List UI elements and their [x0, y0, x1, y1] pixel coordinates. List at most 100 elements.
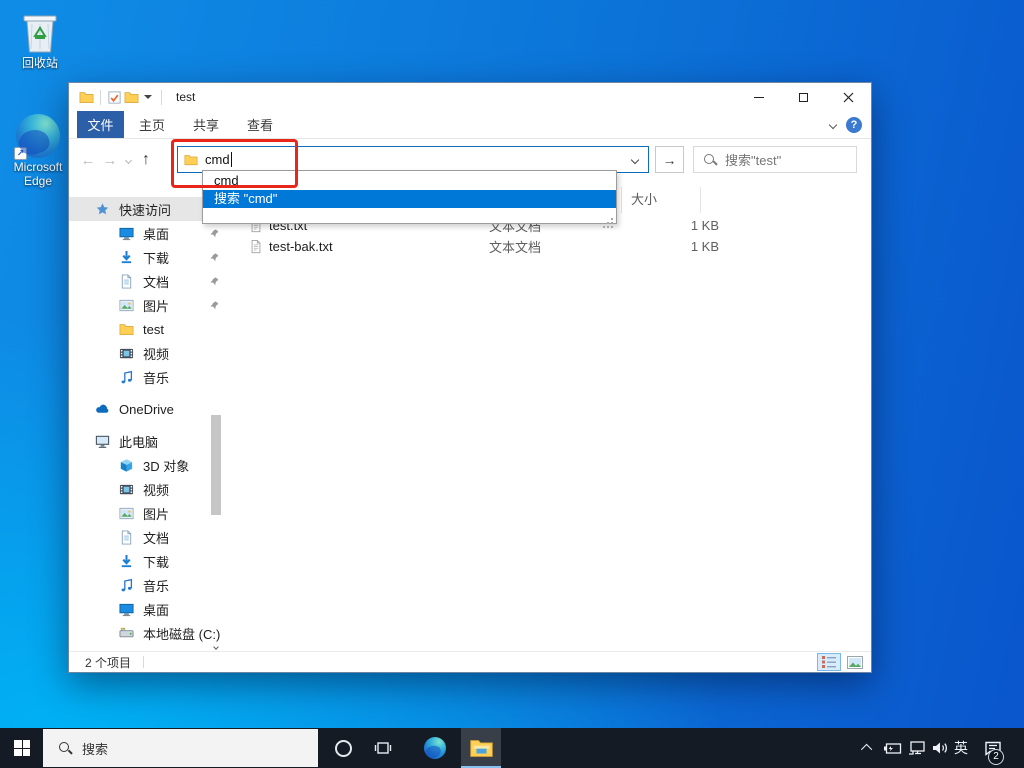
sidebar-item-desktop-pinned[interactable]: 桌面 — [69, 221, 231, 245]
music-icon — [119, 369, 135, 385]
sidebar-item-label: 桌面 — [143, 602, 170, 618]
sidebar-item-music-quick[interactable]: 音乐 — [69, 365, 231, 389]
desktop-icon-recycle-bin[interactable]: 回收站 — [8, 8, 72, 71]
back-button[interactable]: ← — [77, 152, 99, 169]
details-view-button[interactable] — [817, 653, 841, 671]
network-icon — [908, 741, 925, 755]
cube-icon — [119, 457, 135, 473]
help-icon[interactable]: ? — [846, 117, 862, 133]
sidebar-item-desktop[interactable]: 桌面 — [69, 597, 231, 621]
star-icon — [95, 201, 111, 217]
item-count: 2 个项目 — [85, 655, 132, 670]
window-folder-icon — [78, 89, 95, 106]
sidebar-scrollbar-thumb[interactable] — [211, 415, 221, 515]
sidebar-item-pictures[interactable]: 图片 — [69, 501, 231, 525]
sidebar-item-videos[interactable]: 视频 — [69, 477, 231, 501]
video-icon — [119, 481, 135, 497]
sidebar-item-pictures-pinned[interactable]: 图片 — [69, 293, 231, 317]
edge-icon: ↗ — [14, 114, 60, 160]
new-folder-icon[interactable] — [123, 89, 140, 106]
up-button[interactable]: ↑ — [135, 151, 157, 169]
divider — [143, 656, 145, 668]
tray-expand-button[interactable] — [856, 728, 880, 768]
chevron-up-icon — [860, 743, 873, 756]
minimize-button[interactable] — [736, 83, 781, 111]
file-list: 大小 test.txt 文本文档 1 KB test-bak.txt 文本文档 1 KB — [231, 181, 871, 653]
thumbnail-view-button[interactable] — [845, 653, 865, 671]
forward-button[interactable]: → — [99, 152, 121, 169]
taskbar: 搜索 英 2 — [0, 728, 1024, 768]
taskbar-explorer-button[interactable] — [461, 728, 501, 768]
sidebar-item-onedrive[interactable]: OneDrive — [69, 397, 231, 421]
pin-icon — [209, 251, 220, 262]
sidebar-item-videos-quick[interactable]: 视频 — [69, 341, 231, 365]
resize-grip-icon[interactable] — [611, 218, 613, 220]
action-center-button[interactable]: 2 — [976, 728, 1010, 768]
thumbnail-view-icon — [847, 655, 863, 669]
sidebar-item-label: 下载 — [143, 250, 170, 266]
file-type: 文本文档 — [489, 240, 542, 255]
desktop-icon — [119, 601, 135, 617]
tab-file[interactable]: 文件 — [77, 111, 124, 138]
quick-access-toolbar — [69, 83, 167, 111]
edge-icon — [424, 737, 446, 759]
sidebar-item-documents-pinned[interactable]: 文档 — [69, 269, 231, 293]
ribbon-collapse-icon[interactable] — [828, 120, 838, 130]
tab-share[interactable]: 共享 — [180, 111, 232, 138]
sidebar-item-downloads-pinned[interactable]: 下载 — [69, 245, 231, 269]
sidebar-item-label: 视频 — [143, 346, 170, 362]
pin-icon — [209, 227, 220, 238]
start-button[interactable] — [0, 728, 44, 768]
tab-view[interactable]: 查看 — [234, 111, 286, 138]
desktop-icon — [119, 225, 135, 241]
explorer-window: test 文件 主页 共享 查看 ? ← → ↑ cmd → 搜索"test" … — [68, 82, 872, 673]
tab-home[interactable]: 主页 — [126, 111, 178, 138]
sidebar-item-label: OneDrive — [119, 401, 174, 417]
folder-icon — [119, 321, 135, 337]
column-header-size[interactable]: 大小 — [621, 187, 701, 213]
network-status[interactable] — [904, 728, 928, 768]
cortana-button[interactable] — [323, 728, 363, 768]
disk-icon — [119, 625, 135, 641]
recent-locations-icon[interactable] — [121, 156, 135, 164]
sidebar-item-label: 此电脑 — [119, 434, 159, 450]
sidebar-item-downloads[interactable]: 下载 — [69, 549, 231, 573]
sidebar-item-documents[interactable]: 文档 — [69, 525, 231, 549]
sidebar-item-label: 音乐 — [143, 370, 170, 386]
taskbar-edge-button[interactable] — [415, 728, 455, 768]
shortcut-arrow-icon: ↗ — [14, 147, 27, 160]
task-view-button[interactable] — [363, 728, 403, 768]
go-button[interactable]: → — [655, 146, 684, 173]
maximize-button[interactable] — [781, 83, 826, 111]
music-icon — [119, 577, 135, 593]
volume-control[interactable] — [928, 728, 952, 768]
close-icon — [843, 92, 854, 102]
search-box[interactable]: 搜索"test" — [693, 146, 857, 173]
recycle-bin-icon — [23, 15, 57, 53]
file-row-test-bak-txt[interactable]: test-bak.txt 文本文档 1 KB — [231, 236, 791, 257]
taskbar-search-box[interactable]: 搜索 — [43, 729, 318, 767]
desktop-icon-microsoft-edge[interactable]: ↗ Microsoft Edge — [6, 114, 70, 189]
sidebar-item-label: test — [143, 321, 164, 337]
ime-indicator[interactable]: 英 — [950, 728, 972, 768]
sidebar-item-music[interactable]: 音乐 — [69, 573, 231, 597]
sidebar-item-3d-objects[interactable]: 3D 对象 — [69, 453, 231, 477]
sidebar-item-test-folder[interactable]: test — [69, 317, 231, 341]
text-file-icon — [249, 239, 264, 255]
sidebar-item-this-pc[interactable]: 此电脑 — [69, 429, 231, 453]
window-title: test — [176, 90, 196, 104]
battery-status[interactable] — [880, 728, 904, 768]
qat-customize-icon[interactable] — [144, 95, 152, 99]
sidebar-item-local-disk-c[interactable]: 本地磁盘 (C:) — [69, 621, 231, 645]
sidebar-item-label: 音乐 — [143, 578, 170, 594]
address-dropdown-button[interactable] — [621, 147, 648, 172]
sidebar-item-label: 下载 — [143, 554, 170, 570]
divider — [100, 89, 101, 105]
sidebar-item-label: 图片 — [143, 298, 170, 314]
suggestion-item-search-cmd[interactable]: 搜索 "cmd" — [203, 190, 616, 208]
document-icon — [119, 529, 135, 545]
close-button[interactable] — [826, 83, 871, 111]
pin-icon — [209, 275, 220, 286]
download-icon — [119, 553, 135, 569]
properties-icon[interactable] — [106, 89, 123, 106]
